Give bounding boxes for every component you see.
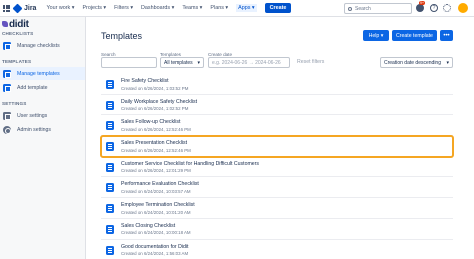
template-row[interactable]: Performance Evaluation Checklist Created … — [101, 177, 453, 199]
reset-filters-button[interactable]: Reset filters — [297, 59, 324, 65]
template-created-date: Created on 6/26/2024, 12:52:46 PM — [121, 147, 191, 153]
template-list: Fire Safety Checklist Created on 6/26/202… — [100, 74, 454, 259]
didit-logo-icon — [2, 21, 8, 27]
template-row[interactable]: Good documentation for Didit Created on 6… — [101, 240, 453, 259]
sidebar-item-user-settings[interactable]: User settings — [0, 109, 85, 122]
template-created-date: Created on 6/26/2024, 1:02:52 PM — [121, 106, 189, 112]
chevron-down-icon: ▾ — [446, 59, 449, 66]
help-button[interactable]: Help ▾ — [363, 30, 389, 41]
nav-projects[interactable]: Projects ▾ — [82, 5, 106, 11]
user-avatar[interactable] — [458, 3, 468, 13]
template-doc-icon — [106, 204, 114, 214]
template-row[interactable]: Fire Safety Checklist Created on 6/26/202… — [101, 74, 453, 95]
template-created-date: Created on 6/26/2024, 1:03:52 PM — [121, 85, 189, 91]
template-row[interactable]: Sales Closing Checklist Created on 6/24/2… — [101, 219, 453, 240]
global-search-input[interactable]: Search — [344, 3, 412, 14]
template-title[interactable]: Performance Evaluation Checklist — [121, 181, 199, 187]
add-template-icon — [3, 83, 11, 92]
create-date-range-input[interactable]: e.g. 2024-06-26 → 2024-06-26 — [208, 57, 290, 68]
admin-gear-icon — [3, 125, 11, 134]
nav-teams[interactable]: Teams ▾ — [182, 5, 202, 11]
template-doc-icon — [106, 162, 114, 172]
nav-your-work[interactable]: Your work ▾ — [46, 5, 74, 11]
template-title[interactable]: Fire Safety Checklist — [121, 78, 169, 84]
sidebar: didit CHECKLISTS Manage checklists TEMPL… — [0, 17, 86, 259]
template-created-date: Created on 6/26/2024, 12:52:46 PM — [121, 126, 191, 132]
template-icon — [3, 69, 11, 78]
chevron-down-icon: ▾ — [197, 59, 200, 66]
template-doc-icon — [106, 142, 114, 152]
sidebar-item-admin-settings[interactable]: Admin settings — [0, 123, 85, 136]
template-doc-icon — [106, 224, 114, 234]
nav-plans[interactable]: Plans ▾ — [210, 5, 228, 11]
page-title: Templates — [101, 31, 143, 41]
template-doc-icon — [106, 100, 114, 110]
user-settings-icon — [3, 111, 11, 120]
template-created-date: Created on 6/24/2024, 10:03:57 AM — [121, 188, 191, 194]
template-doc-icon — [106, 121, 114, 131]
help-icon[interactable]: ? — [430, 4, 438, 12]
template-created-date: Created on 6/24/2024, 10:00:18 AM — [121, 230, 191, 236]
template-title[interactable]: Sales Follow-up Checklist — [121, 119, 180, 125]
section-templates: TEMPLATES — [2, 59, 32, 64]
template-row[interactable]: Employee Termination Checklist Created on… — [101, 198, 453, 219]
settings-gear-icon[interactable] — [443, 4, 451, 12]
nav-apps[interactable]: Apps ▾ — [236, 4, 257, 12]
template-title[interactable]: Customer Service Checklist for Handling … — [121, 161, 259, 167]
templates-select[interactable]: All templates ▾ — [160, 57, 204, 68]
template-title[interactable]: Employee Termination Checklist — [121, 202, 195, 208]
section-settings: SETTINGS — [2, 101, 27, 106]
template-created-date: Created on 6/24/2024, 10:01:20 AM — [121, 209, 191, 215]
nav-filters[interactable]: Filters ▾ — [114, 5, 133, 11]
template-doc-icon — [106, 245, 114, 255]
sort-select[interactable]: Creation date descending ▾ — [380, 57, 453, 68]
more-actions-button[interactable]: ••• — [440, 30, 453, 41]
template-title[interactable]: Sales Closing Checklist — [121, 223, 175, 229]
create-button[interactable]: Create — [264, 3, 292, 13]
notifications-icon[interactable] — [416, 4, 424, 12]
template-row[interactable]: Customer Service Checklist for Handling … — [101, 157, 453, 178]
template-created-date: Created on 6/24/2024, 1:56:03 AM — [121, 251, 189, 256]
didit-logo[interactable]: didit — [2, 19, 29, 30]
template-row[interactable]: Daily Workplace Safety Checklist Created … — [101, 95, 453, 116]
sidebar-item-manage-templates[interactable]: Manage templates — [0, 67, 85, 80]
jira-logo-icon — [12, 3, 23, 13]
section-checklists: CHECKLISTS — [2, 31, 34, 36]
jira-logo[interactable]: Jira — [12, 3, 36, 13]
template-doc-icon — [106, 80, 114, 89]
template-title[interactable]: Good documentation for Didit — [121, 244, 188, 250]
template-doc-icon — [106, 183, 114, 193]
template-title[interactable]: Sales Presentation Checklist — [121, 140, 187, 146]
template-row[interactable]: Sales Presentation Checklist Created on 6… — [100, 135, 454, 158]
sidebar-item-manage-checklists[interactable]: Manage checklists — [0, 39, 85, 52]
template-row[interactable]: Sales Follow-up Checklist Created on 6/26… — [101, 115, 453, 137]
sidebar-item-add-template[interactable]: Add template — [0, 81, 85, 94]
checklist-icon — [3, 41, 11, 50]
template-search-input[interactable] — [101, 57, 157, 68]
create-template-button[interactable]: Create template — [392, 30, 437, 41]
search-icon — [348, 6, 352, 11]
notification-badge: 9+ — [419, 1, 425, 5]
template-created-date: Created on 6/26/2024, 12:01:29 PM — [121, 168, 191, 174]
app-switcher-icon[interactable] — [3, 4, 10, 12]
nav-dashboards[interactable]: Dashboards ▾ — [141, 5, 174, 11]
template-title[interactable]: Daily Workplace Safety Checklist — [121, 99, 197, 105]
